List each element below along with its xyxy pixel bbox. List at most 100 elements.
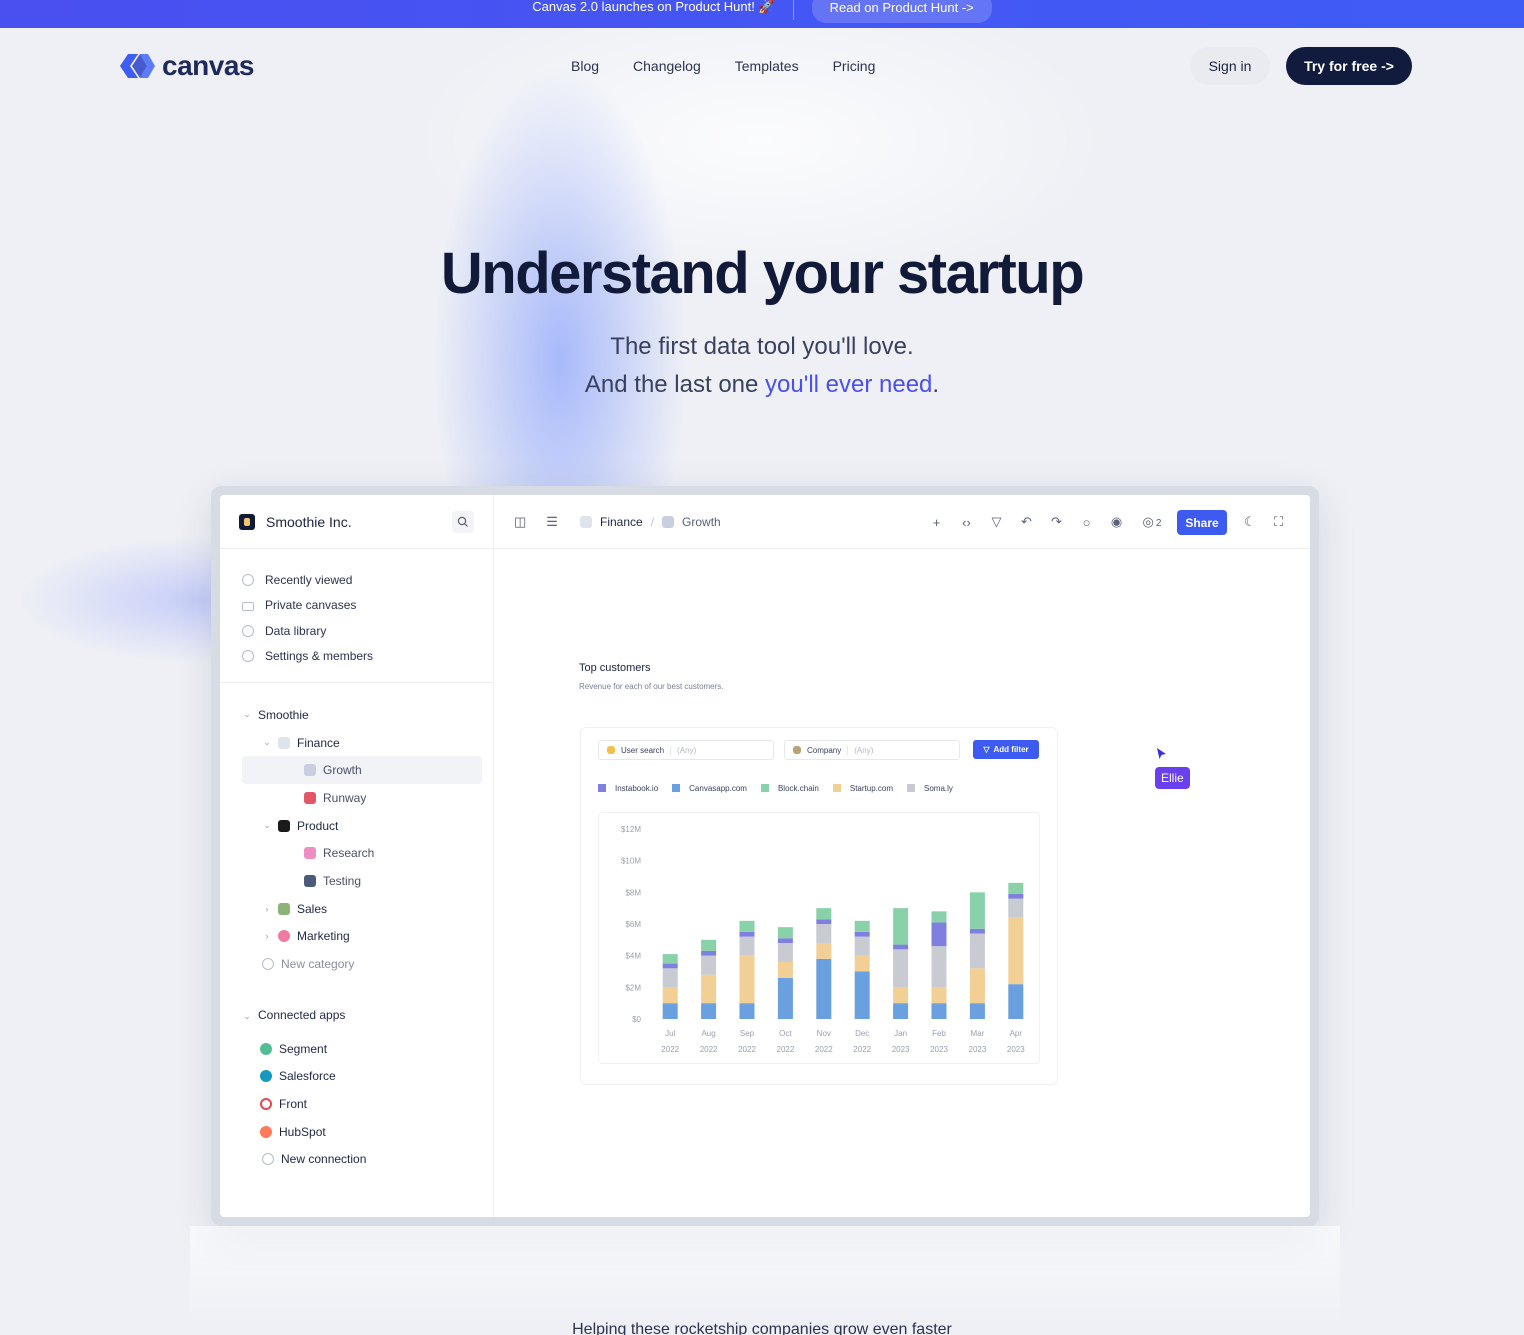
bar-segment [816, 919, 832, 924]
connected-apps-header[interactable]: ⌄ Connected apps [242, 1008, 345, 1022]
database-icon[interactable]: ◉ [1109, 514, 1124, 530]
comment-icon[interactable]: ○ [1079, 515, 1094, 530]
x-tick-month: Mar [971, 1029, 985, 1038]
tree-item-smoothie[interactable]: ⌄ Smoothie [242, 701, 482, 729]
bar-chart: $12M $10M $8M $6M $4M $2M $0 Jul 2022 Aug 2022 Sep 2… [621, 825, 1025, 1054]
breadcrumb-growth[interactable]: Growth [682, 515, 721, 529]
bar-segment [816, 958, 832, 1019]
org-name[interactable]: Smoothie Inc. [266, 514, 352, 530]
x-tick-year: 2022 [777, 1045, 795, 1054]
x-tick-year: 2023 [930, 1045, 948, 1054]
nav-link-pricing[interactable]: Pricing [833, 58, 876, 74]
customers-heading: Helping these rocketship companies grow … [572, 1321, 952, 1335]
sidebar-item-label: Private canvases [265, 598, 357, 613]
moon-icon[interactable]: ☾ [1244, 514, 1256, 530]
redo-icon[interactable]: ↷ [1049, 514, 1064, 530]
gear-icon [242, 650, 254, 663]
tree-item-sales[interactable]: › Sales [242, 895, 482, 923]
tree-item-product[interactable]: ⌄ Product [242, 812, 482, 840]
tree-item-testing[interactable]: Testing [242, 867, 482, 895]
breadcrumb-separator: / [650, 515, 655, 529]
sidebar-divider [220, 682, 494, 683]
sidebar-item-label: Recently viewed [265, 572, 353, 587]
app-front[interactable]: Front [260, 1090, 366, 1118]
undo-icon[interactable]: ↶ [1019, 514, 1034, 530]
expand-icon[interactable]: ⛶ [1274, 514, 1283, 530]
filter-icon[interactable]: ▽ [989, 514, 1004, 530]
new-category-button[interactable]: New category [242, 950, 482, 978]
x-tick-month: Dec [855, 1029, 869, 1038]
bar-segment [777, 977, 793, 1019]
segment-icon [260, 1042, 272, 1055]
code-icon[interactable]: ‹› [959, 515, 974, 530]
company-filter[interactable]: Company (Any) [784, 740, 960, 760]
tree-item-label: Runway [323, 790, 367, 805]
product-hunt-button[interactable]: Read on Product Hunt -> [811, 0, 992, 23]
chevron-down-icon: ⌄ [243, 709, 251, 720]
add-icon[interactable]: + [929, 515, 944, 530]
sidebar-item-recently-viewed[interactable]: Recently viewed [242, 567, 373, 593]
new-connection-button[interactable]: New connection [262, 1145, 366, 1173]
tree-item-label: Finance [297, 735, 340, 750]
bar-segment [739, 1003, 755, 1019]
add-filter-button[interactable]: ▽ Add filter [973, 740, 1039, 759]
viewers-count: 2 [1155, 518, 1162, 529]
chart-legend: Instabook.io Canvasapp.com Block.chain Star… [598, 784, 953, 793]
clock-icon [242, 573, 254, 586]
bar-segment [777, 943, 793, 962]
sidebar-toggle-icon[interactable]: ◫ [514, 514, 526, 530]
y-tick-label: $6M [625, 920, 641, 929]
x-tick-month: Sep [740, 1029, 755, 1038]
app-salesforce[interactable]: Salesforce [260, 1063, 366, 1091]
menu-icon[interactable]: ☰ [546, 514, 558, 530]
tree-item-runway[interactable]: Runway [242, 784, 482, 812]
tree-item-finance[interactable]: ⌄ Finance [242, 729, 482, 757]
sidebar-header: Smoothie Inc. [220, 495, 493, 549]
sidebar-item-private-canvases[interactable]: Private canvases [242, 593, 373, 619]
search-button[interactable] [452, 511, 474, 533]
share-button[interactable]: Share [1177, 510, 1227, 535]
legend-item: Block.chain [760, 784, 819, 793]
sidebar-item-data-library[interactable]: Data library [242, 618, 373, 644]
bar-segment [701, 939, 717, 951]
legend-swatch [760, 784, 769, 792]
tree-item-research[interactable]: Research [242, 839, 482, 867]
connected-apps-title: Connected apps [258, 1008, 346, 1022]
bar-segment [816, 943, 832, 959]
lock-icon [242, 602, 254, 612]
legend-label: Startup.com [849, 784, 894, 793]
tree-item-growth[interactable]: Growth [242, 756, 482, 785]
y-tick-label: $10M [621, 857, 641, 866]
hero-line2-accent: you'll ever need [765, 371, 933, 398]
bar-segment [854, 955, 870, 972]
money-icon [278, 902, 290, 915]
nav-link-blog[interactable]: Blog [571, 58, 599, 74]
nav-link-templates[interactable]: Templates [735, 58, 799, 74]
sign-in-button[interactable]: Sign in [1190, 47, 1270, 85]
nav-link-changelog[interactable]: Changelog [633, 58, 701, 74]
filter-label: User search [621, 745, 665, 755]
bar-segment [893, 908, 909, 945]
user-search-filter[interactable]: User search (Any) [598, 740, 774, 760]
tree-item-label: Research [323, 846, 375, 861]
sidebar-item-settings[interactable]: Settings & members [242, 644, 373, 670]
org-logo-icon [239, 514, 255, 530]
canvas-toolbar: ◫ ☰ Finance / Growth + ‹› ▽ ↶ ↷ ○ ◉ ◎ 2 S… [494, 495, 1310, 549]
sidebar: Smoothie Inc. Recently viewed Private ca… [220, 495, 494, 1217]
tree-item-marketing[interactable]: › Marketing [242, 923, 482, 951]
logo[interactable]: canvas [118, 50, 254, 82]
app-label: Salesforce [279, 1069, 336, 1084]
tree-item-label: Growth [323, 763, 362, 778]
try-for-free-button[interactable]: Try for free -> [1286, 47, 1412, 85]
breadcrumb-finance[interactable]: Finance [600, 515, 643, 529]
view-toggles: ◫ ☰ [514, 514, 558, 530]
y-tick-label: $8M [625, 888, 641, 897]
tree-item-label: Product [297, 818, 339, 833]
bar-segment [816, 924, 832, 943]
app-hubspot[interactable]: HubSpot [260, 1118, 366, 1146]
bar-segment [931, 1003, 947, 1019]
plus-circle-icon [262, 958, 274, 971]
search-icon [457, 516, 468, 527]
viewers-badge[interactable]: ◎ 2 [1139, 514, 1165, 530]
app-segment[interactable]: Segment [260, 1035, 366, 1063]
